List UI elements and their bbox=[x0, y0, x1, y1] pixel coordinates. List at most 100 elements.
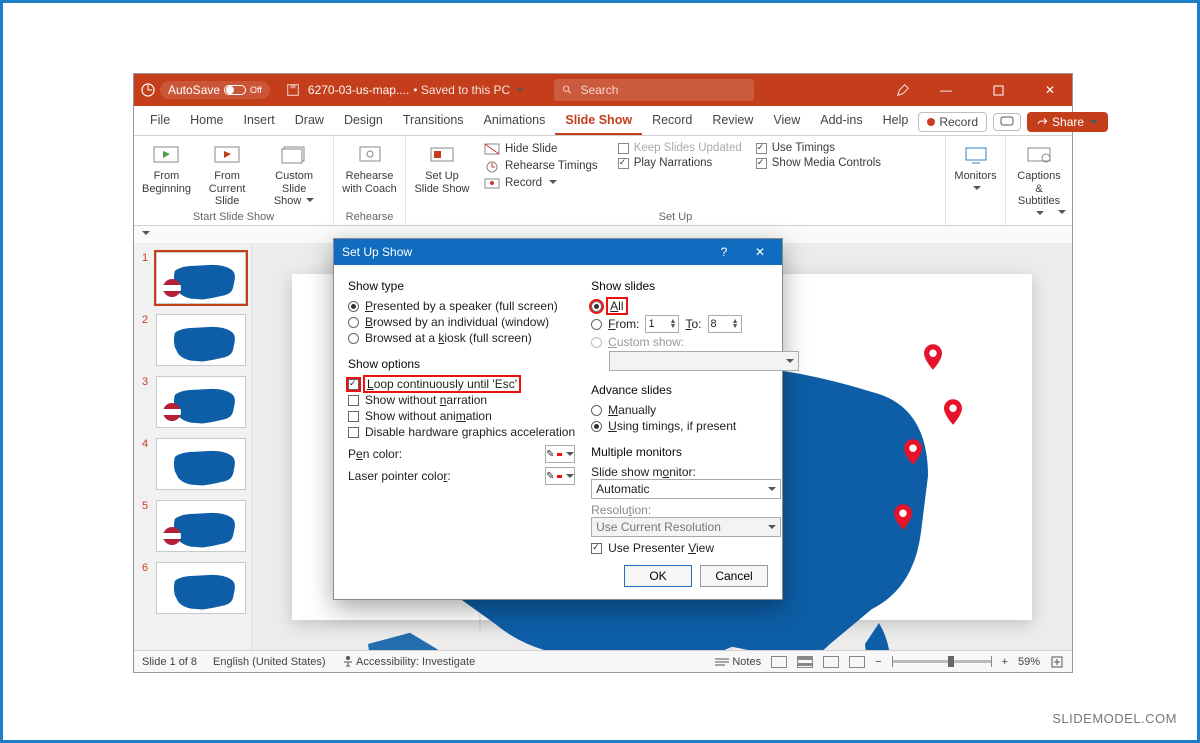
multi-monitors-heading: Multiple monitors bbox=[591, 445, 799, 459]
search-box[interactable] bbox=[554, 79, 754, 101]
dialog-title-bar[interactable]: Set Up Show ? ✕ bbox=[334, 239, 782, 265]
from-spinner[interactable]: 1▲▼ bbox=[645, 315, 679, 333]
tab-slide-show[interactable]: Slide Show bbox=[555, 107, 642, 135]
presenter-view-checkbox[interactable]: Use Presenter View bbox=[591, 541, 799, 555]
pen-icon[interactable] bbox=[896, 83, 910, 97]
pen-color-label: Pen color: bbox=[348, 447, 402, 461]
record-button[interactable]: Record bbox=[918, 112, 987, 132]
keep-slides-updated-checkbox[interactable]: Keep Slides Updated bbox=[618, 142, 742, 154]
minimize-button[interactable]: — bbox=[924, 74, 968, 106]
language-indicator[interactable]: English (United States) bbox=[213, 656, 326, 668]
from-current-button[interactable]: From Current Slide bbox=[199, 140, 255, 208]
radio-icon bbox=[591, 301, 602, 312]
dialog-help-button[interactable]: ? bbox=[710, 245, 738, 259]
accessibility-indicator[interactable]: Accessibility: Investigate bbox=[342, 655, 476, 668]
laser-color-label: Laser pointer color: bbox=[348, 469, 451, 483]
resolution-label: Resolution: bbox=[591, 503, 799, 517]
cancel-button[interactable]: Cancel bbox=[700, 565, 768, 587]
collapse-ribbon-button[interactable] bbox=[1056, 207, 1066, 219]
slide-thumbnail[interactable]: 2 bbox=[142, 314, 243, 366]
tab-record[interactable]: Record bbox=[642, 107, 702, 135]
qat-dropdown[interactable] bbox=[140, 229, 150, 240]
spinner-icon: ▲▼ bbox=[732, 319, 739, 329]
zoom-level[interactable]: 59% bbox=[1018, 656, 1040, 668]
save-icon[interactable] bbox=[286, 83, 300, 97]
monitors-button[interactable]: Monitors bbox=[954, 140, 997, 195]
slide-thumbnail[interactable]: 4 bbox=[142, 438, 243, 490]
custom-show-button[interactable]: Custom Slide Show bbox=[263, 140, 325, 208]
slide-thumbnails-panel[interactable]: 1 2 3 4 5 6 bbox=[134, 244, 252, 650]
pen-color-picker[interactable]: ✎ bbox=[545, 445, 575, 463]
maximize-button[interactable] bbox=[976, 74, 1020, 106]
chevron-down-icon bbox=[1088, 115, 1098, 129]
slide-thumbnail[interactable]: 1 bbox=[142, 252, 243, 304]
dialog-close-button[interactable]: ✕ bbox=[746, 245, 774, 259]
advance-manual-radio[interactable]: Manually bbox=[591, 403, 799, 417]
save-status[interactable]: Saved to this PC bbox=[421, 83, 510, 97]
setup-slideshow-button[interactable]: Set Up Slide Show bbox=[414, 140, 470, 195]
record-dropdown[interactable]: Record bbox=[484, 176, 598, 190]
chevron-down-icon bbox=[784, 354, 794, 368]
slide-thumbnail[interactable]: 5 bbox=[142, 500, 243, 552]
tab-draw[interactable]: Draw bbox=[285, 107, 334, 135]
slide-indicator[interactable]: Slide 1 of 8 bbox=[142, 656, 197, 668]
tab-design[interactable]: Design bbox=[334, 107, 393, 135]
show-type-individual-radio[interactable]: Browsed by an individual (window) bbox=[348, 315, 575, 329]
to-spinner[interactable]: 8▲▼ bbox=[708, 315, 742, 333]
file-name[interactable]: 6270-03-us-map.... bbox=[308, 83, 409, 97]
toggle-switch-icon bbox=[224, 85, 246, 95]
show-type-speaker-radio[interactable]: Presented by a speaker (full screen) bbox=[348, 299, 575, 313]
autosave-toggle[interactable]: AutoSave Off bbox=[160, 81, 270, 99]
use-timings-checkbox[interactable]: Use Timings bbox=[756, 142, 881, 154]
thumbnail-number: 2 bbox=[142, 314, 148, 326]
slide-thumbnail[interactable]: 3 bbox=[142, 376, 243, 428]
tab-help[interactable]: Help bbox=[873, 107, 919, 135]
dialog-title: Set Up Show bbox=[342, 245, 412, 259]
record-icon bbox=[484, 176, 500, 190]
no-narration-checkbox[interactable]: Show without narration bbox=[348, 393, 575, 407]
tab-file[interactable]: File bbox=[140, 107, 180, 135]
tab-view[interactable]: View bbox=[763, 107, 810, 135]
slide-thumbnail[interactable]: 6 bbox=[142, 562, 243, 614]
show-media-checkbox[interactable]: Show Media Controls bbox=[756, 157, 881, 169]
monitor-select[interactable]: Automatic bbox=[591, 479, 781, 499]
zoom-in-button[interactable]: + bbox=[1002, 656, 1008, 668]
rehearse-timings-button[interactable]: Rehearse Timings bbox=[484, 159, 598, 173]
show-type-kiosk-radio[interactable]: Browsed at a kiosk (full screen) bbox=[348, 331, 575, 345]
zoom-out-button[interactable]: − bbox=[875, 656, 881, 668]
laser-color-picker[interactable]: ✎ bbox=[545, 467, 575, 485]
slideshow-view-button[interactable] bbox=[849, 656, 865, 668]
ok-button[interactable]: OK bbox=[624, 565, 692, 587]
close-button[interactable]: ✕ bbox=[1028, 74, 1072, 106]
advance-timings-radio[interactable]: Using timings, if present bbox=[591, 419, 799, 433]
radio-icon bbox=[591, 421, 602, 432]
loop-checkbox[interactable]: Loop continuously until 'Esc' bbox=[348, 377, 575, 391]
tab-transitions[interactable]: Transitions bbox=[393, 107, 474, 135]
comments-button[interactable] bbox=[993, 113, 1021, 131]
thumbnail-preview bbox=[156, 376, 246, 428]
slides-from-radio[interactable]: From: 1▲▼ To: 8▲▼ bbox=[591, 315, 799, 333]
rehearse-coach-button[interactable]: Rehearse with Coach bbox=[342, 140, 397, 195]
chevron-down-icon bbox=[514, 83, 524, 97]
tab-animations[interactable]: Animations bbox=[474, 107, 556, 135]
tab-review[interactable]: Review bbox=[702, 107, 763, 135]
zoom-slider[interactable] bbox=[892, 660, 992, 663]
hide-slide-button[interactable]: Hide Slide bbox=[484, 142, 598, 156]
tab-add-ins[interactable]: Add-ins bbox=[810, 107, 872, 135]
disable-hw-checkbox[interactable]: Disable hardware graphics acceleration bbox=[348, 425, 575, 439]
slides-all-radio[interactable]: All bbox=[591, 299, 799, 313]
fit-to-window-button[interactable] bbox=[1050, 655, 1064, 669]
play-narrations-checkbox[interactable]: Play Narrations bbox=[618, 157, 742, 169]
resolution-select: Use Current Resolution bbox=[591, 517, 781, 537]
checkbox-icon bbox=[348, 379, 359, 390]
notes-button[interactable]: Notes bbox=[715, 656, 761, 668]
tab-home[interactable]: Home bbox=[180, 107, 233, 135]
normal-view-button[interactable] bbox=[771, 656, 787, 668]
reading-view-button[interactable] bbox=[823, 656, 839, 668]
from-beginning-button[interactable]: From Beginning bbox=[142, 140, 191, 208]
tab-insert[interactable]: Insert bbox=[234, 107, 285, 135]
no-animation-checkbox[interactable]: Show without animation bbox=[348, 409, 575, 423]
search-input[interactable] bbox=[578, 82, 745, 98]
sorter-view-button[interactable] bbox=[797, 656, 813, 668]
share-button[interactable]: Share bbox=[1027, 112, 1108, 132]
